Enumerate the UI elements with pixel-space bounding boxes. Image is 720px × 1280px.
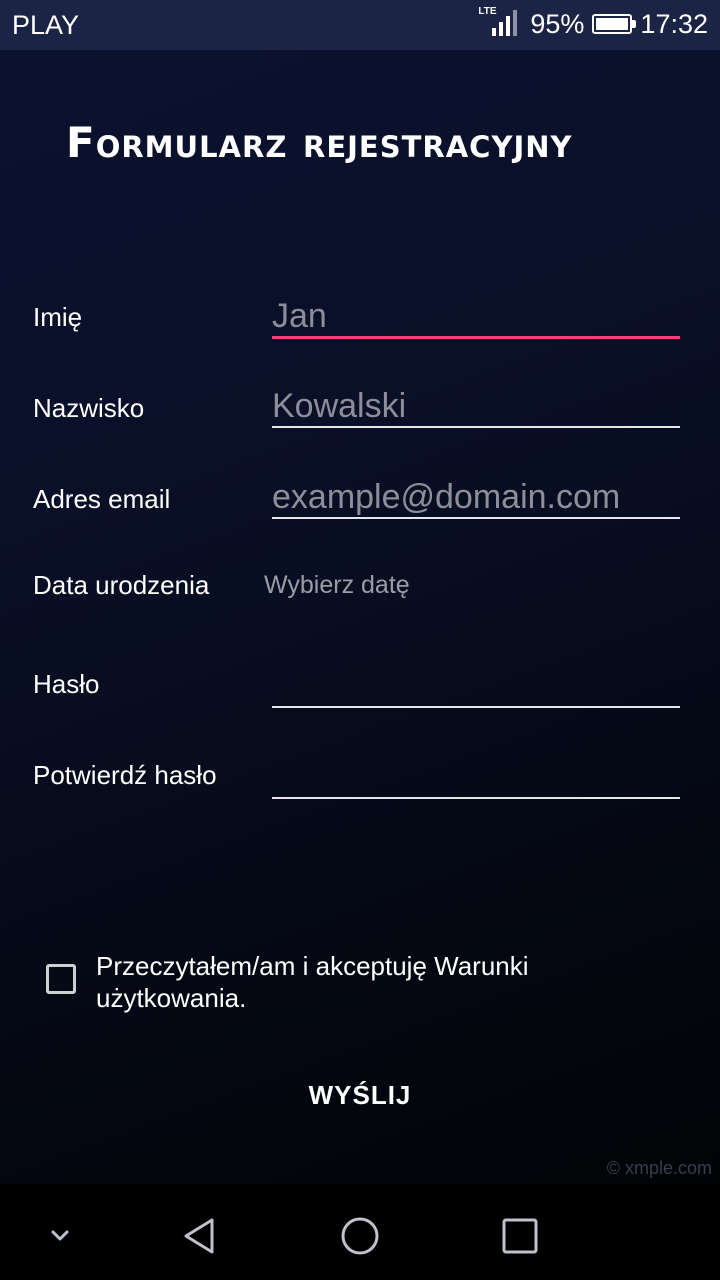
terms-checkbox[interactable] bbox=[46, 964, 76, 994]
email-input[interactable]: example@domain.com bbox=[272, 477, 680, 519]
battery-percent: 95% bbox=[530, 8, 585, 39]
password-label: Hasło bbox=[33, 669, 100, 699]
app-screen: PLAY LTE 95% 17:32 Formularz rejestracyj… bbox=[0, 0, 720, 1184]
back-icon[interactable] bbox=[176, 1212, 224, 1260]
first-name-label: Imię bbox=[33, 302, 83, 332]
submit-button[interactable]: WYŚLIJ bbox=[260, 1080, 460, 1111]
clock: 17:32 bbox=[640, 8, 708, 39]
birth-date-picker[interactable]: Wybierz datę bbox=[264, 571, 410, 600]
chevron-down-icon[interactable] bbox=[36, 1212, 84, 1260]
signal-icon: LTE bbox=[478, 6, 522, 40]
birth-date-label: Data urodzenia bbox=[33, 570, 210, 600]
home-icon[interactable] bbox=[336, 1212, 384, 1260]
confirm-password-label: Potwierdź hasło bbox=[33, 760, 217, 790]
email-label: Adres email bbox=[33, 484, 171, 514]
recents-icon[interactable] bbox=[496, 1212, 544, 1260]
page-title: Formularz rejestracyjny bbox=[66, 118, 573, 167]
carrier-name: PLAY bbox=[12, 10, 80, 40]
password-input[interactable] bbox=[272, 666, 680, 708]
network-type: LTE bbox=[478, 6, 497, 17]
status-bar: PLAY LTE 95% 17:32 bbox=[0, 0, 720, 50]
battery-icon bbox=[592, 14, 637, 34]
confirm-password-input[interactable] bbox=[272, 757, 680, 799]
terms-label[interactable]: Przeczytałem/am i akceptuję Warunki użyt… bbox=[96, 950, 656, 1014]
status-icons: LTE 95% 17:32 bbox=[478, 6, 708, 40]
last-name-input[interactable]: Kowalski bbox=[272, 386, 680, 428]
first-name-input[interactable]: Jan bbox=[272, 296, 680, 339]
last-name-label: Nazwisko bbox=[33, 393, 145, 423]
watermark: © xmple.com bbox=[606, 1158, 712, 1178]
navigation-bar bbox=[0, 1184, 720, 1280]
